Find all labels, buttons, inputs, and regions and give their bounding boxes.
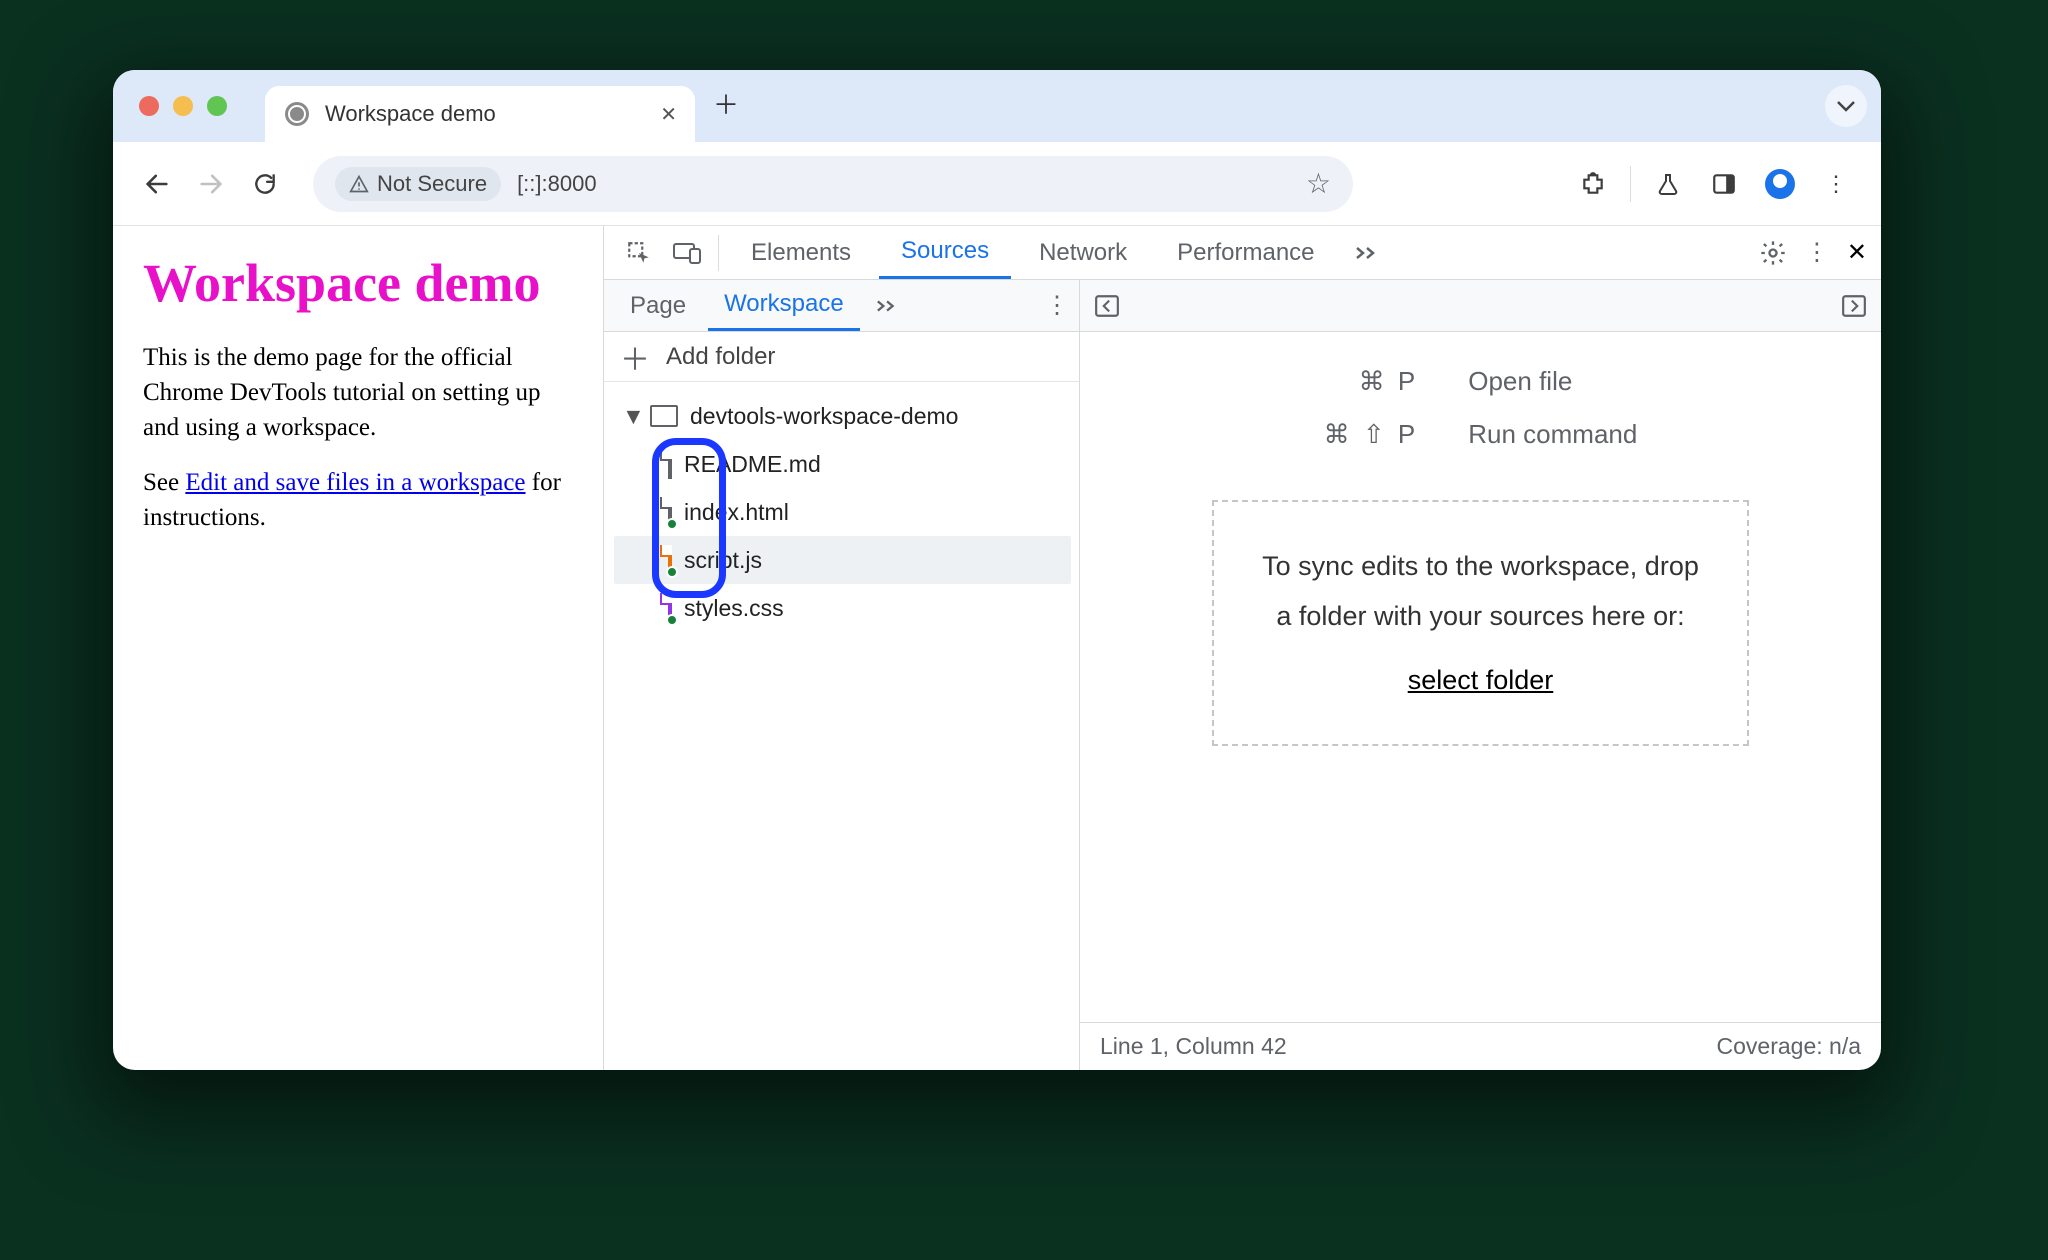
runcmd-shortcut: ⌘ ⇧ P: [1324, 419, 1419, 450]
browser-menu-button[interactable]: ⋮: [1813, 171, 1859, 197]
panel-right-icon: [1841, 293, 1867, 319]
sources-content: Page Workspace ⋮ ＋ Add folder ▼: [604, 280, 1881, 1070]
browser-tab[interactable]: Workspace demo ✕: [265, 86, 695, 142]
chevron-down-icon: [1837, 100, 1855, 112]
panel-icon: [1711, 171, 1737, 197]
minimize-window-button[interactable]: [173, 96, 193, 116]
panel-left-icon: [1094, 293, 1120, 319]
maximize-window-button[interactable]: [207, 96, 227, 116]
devices-icon: [672, 241, 702, 265]
back-button[interactable]: [135, 170, 179, 198]
file-icon: [668, 449, 672, 479]
file-readme[interactable]: README.md: [614, 440, 1071, 488]
devtools-menu-button[interactable]: ⋮: [1805, 238, 1829, 267]
cursor-position: Line 1, Column 42: [1100, 1033, 1287, 1060]
navigator-menu-button[interactable]: ⋮: [1045, 291, 1069, 320]
warning-icon: [349, 174, 369, 194]
devtools-panel: Elements Sources Network Performance ⋮ ✕: [603, 226, 1881, 1070]
plus-icon: ＋: [620, 335, 650, 379]
browser-window: Workspace demo ✕ ＋ Not Secure [::]:8000 …: [113, 70, 1881, 1070]
page-content: Workspace demo This is the demo page for…: [113, 226, 603, 1070]
tree-root-label: devtools-workspace-demo: [690, 403, 958, 430]
page-heading: Workspace demo: [143, 252, 581, 314]
toolbar: Not Secure [::]:8000 ☆ ⋮: [113, 142, 1881, 226]
coverage-status: Coverage: n/a: [1717, 1033, 1861, 1060]
show-debugger-button[interactable]: [1841, 293, 1867, 319]
extensions-button[interactable]: [1570, 171, 1616, 197]
navigator-tab-page[interactable]: Page: [614, 280, 702, 331]
tab-strip: Workspace demo ✕ ＋: [113, 70, 1881, 142]
editor-toolbar: [1080, 280, 1881, 332]
file-styles-css[interactable]: styles.css: [614, 584, 1071, 632]
add-folder-button[interactable]: ＋ Add folder: [604, 332, 1079, 382]
globe-icon: [285, 102, 309, 126]
sources-editor: ⌘ P Open file ⌘ ⇧ P Run command To sync …: [1080, 280, 1881, 1070]
runcmd-label: Run command: [1468, 419, 1637, 450]
sync-indicator-icon: [666, 518, 678, 530]
tab-performance[interactable]: Performance: [1155, 226, 1336, 279]
tab-sources[interactable]: Sources: [879, 226, 1011, 279]
navigator-tabs: Page Workspace ⋮: [604, 280, 1079, 332]
editor-status-bar: Line 1, Column 42 Coverage: n/a: [1080, 1022, 1881, 1070]
url-text: [::]:8000: [517, 171, 597, 197]
navigator-tab-workspace[interactable]: Workspace: [708, 280, 860, 331]
profile-button[interactable]: [1757, 169, 1803, 199]
folder-icon: [650, 405, 678, 427]
inspect-icon: [626, 240, 652, 266]
settings-button[interactable]: [1759, 239, 1787, 267]
content-area: Workspace demo This is the demo page for…: [113, 226, 1881, 1070]
navigator-more-tabs[interactable]: [866, 280, 910, 331]
file-tree: ▼ devtools-workspace-demo README.md inde…: [604, 382, 1079, 632]
reload-button[interactable]: [243, 171, 287, 197]
page-paragraph-1: This is the demo page for the official C…: [143, 340, 581, 445]
show-navigator-button[interactable]: [1094, 293, 1120, 319]
more-tabs-button[interactable]: [1343, 226, 1393, 279]
new-tab-button[interactable]: ＋: [713, 85, 739, 128]
arrow-left-icon: [143, 170, 171, 198]
security-chip[interactable]: Not Secure: [335, 167, 501, 201]
security-label: Not Secure: [377, 171, 487, 197]
bookmark-button[interactable]: ☆: [1306, 167, 1331, 200]
tab-search-button[interactable]: [1825, 85, 1867, 127]
reload-icon: [252, 171, 278, 197]
workspace-drop-zone[interactable]: To sync edits to the workspace, drop a f…: [1212, 500, 1749, 746]
tree-root[interactable]: ▼ devtools-workspace-demo: [614, 392, 1071, 440]
sync-indicator-icon: [666, 614, 678, 626]
chevrons-right-icon: [876, 299, 900, 313]
file-index-html[interactable]: index.html: [614, 488, 1071, 536]
sources-navigator: Page Workspace ⋮ ＋ Add folder ▼: [604, 280, 1080, 1070]
devtools-main-toolbar: Elements Sources Network Performance ⋮ ✕: [604, 226, 1881, 280]
address-bar[interactable]: Not Secure [::]:8000 ☆: [313, 156, 1353, 212]
chevrons-right-icon: [1355, 246, 1381, 260]
editor-placeholder: ⌘ P Open file ⌘ ⇧ P Run command To sync …: [1080, 332, 1881, 1022]
sync-indicator-icon: [666, 566, 678, 578]
close-window-button[interactable]: [139, 96, 159, 116]
inspect-button[interactable]: [618, 240, 660, 266]
window-controls: [139, 96, 227, 116]
openfile-shortcut: ⌘ P: [1324, 366, 1419, 397]
file-script-js[interactable]: script.js: [614, 536, 1071, 584]
close-devtools-button[interactable]: ✕: [1847, 238, 1867, 267]
gear-icon: [1759, 239, 1787, 267]
device-toggle-button[interactable]: [666, 241, 708, 265]
arrow-right-icon: [197, 170, 225, 198]
flask-icon: [1656, 171, 1680, 197]
select-folder-link[interactable]: select folder: [1408, 665, 1554, 695]
tab-network[interactable]: Network: [1017, 226, 1149, 279]
caret-down-icon: ▼: [622, 403, 638, 430]
tab-elements[interactable]: Elements: [729, 226, 873, 279]
forward-button[interactable]: [189, 170, 233, 198]
puzzle-icon: [1580, 171, 1606, 197]
openfile-label: Open file: [1468, 366, 1637, 397]
page-paragraph-2: See Edit and save files in a workspace f…: [143, 465, 581, 535]
tutorial-link[interactable]: Edit and save files in a workspace: [185, 469, 525, 496]
close-tab-button[interactable]: ✕: [660, 102, 677, 127]
side-panel-button[interactable]: [1701, 171, 1747, 197]
labs-button[interactable]: [1645, 171, 1691, 197]
avatar-icon: [1765, 169, 1795, 199]
tab-title: Workspace demo: [325, 101, 496, 127]
